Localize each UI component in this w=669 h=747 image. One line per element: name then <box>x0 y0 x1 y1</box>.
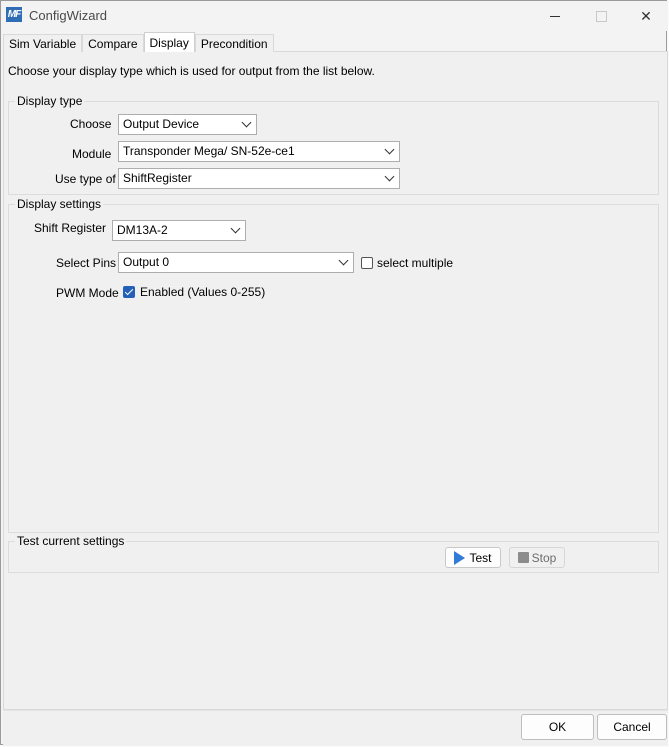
test-button[interactable]: Test <box>445 547 501 568</box>
module-value: Transponder Mega/ SN-52e-ce1 <box>123 144 295 158</box>
use-type-label: Use type of <box>55 172 116 186</box>
test-settings-title: Test current settings <box>15 534 127 548</box>
module-label: Module <box>72 147 112 161</box>
intro-text: Choose your display type which is used f… <box>8 64 375 78</box>
choose-value: Output Device <box>123 117 200 131</box>
tab-strip: Sim Variable Compare Display Preconditio… <box>3 32 274 52</box>
play-icon <box>454 550 466 565</box>
module-select[interactable]: Transponder Mega/ SN-52e-ce1 <box>118 141 400 162</box>
stop-button-label: Stop <box>531 550 557 565</box>
minimize-icon <box>550 15 560 17</box>
config-wizard-window: MF ConfigWizard ✕ Sim Variable Compare D… <box>0 0 668 746</box>
shift-register-value: DM13A-2 <box>117 223 168 237</box>
chevron-down-icon <box>338 255 349 266</box>
test-button-label: Test <box>469 550 492 565</box>
use-type-value: ShiftRegister <box>123 171 192 185</box>
maximize-icon <box>595 10 607 22</box>
maximize-button[interactable] <box>578 1 624 31</box>
close-button[interactable]: ✕ <box>623 1 669 31</box>
stop-button[interactable]: Stop <box>509 547 565 568</box>
pwm-mode-label: PWM Mode <box>56 286 119 300</box>
ok-button[interactable]: OK <box>521 714 594 740</box>
use-type-select[interactable]: ShiftRegister <box>118 168 400 189</box>
footer-divider <box>3 710 668 711</box>
ok-button-label: OK <box>548 720 567 734</box>
chevron-down-icon <box>241 117 252 128</box>
shift-register-select[interactable]: DM13A-2 <box>112 220 246 241</box>
select-multiple-label: select multiple <box>377 256 454 270</box>
minimize-button[interactable] <box>532 1 578 31</box>
display-settings-title: Display settings <box>15 197 104 211</box>
choose-label: Choose <box>70 117 112 131</box>
window-title: ConfigWizard <box>29 8 108 23</box>
tab-sim-variable[interactable]: Sim Variable <box>3 34 83 52</box>
title-bar: MF ConfigWizard ✕ <box>1 1 668 31</box>
tab-display[interactable]: Display <box>143 32 195 52</box>
mobiflight-logo-icon: MF <box>6 7 22 22</box>
select-multiple-checkbox[interactable] <box>361 257 373 269</box>
stop-icon <box>517 552 529 563</box>
cancel-button-label: Cancel <box>613 720 651 734</box>
cancel-button[interactable]: Cancel <box>597 714 667 740</box>
select-pins-value: Output 0 <box>123 255 170 269</box>
select-pins-select[interactable]: Output 0 <box>118 252 354 273</box>
chevron-down-icon <box>384 171 395 182</box>
choose-select[interactable]: Output Device <box>118 114 257 135</box>
shift-register-label: Shift Register <box>34 221 107 235</box>
pwm-enabled-label: Enabled (Values 0-255) <box>140 285 266 299</box>
pwm-enabled-checkbox[interactable] <box>123 286 135 298</box>
chevron-down-icon <box>384 144 395 155</box>
tab-precondition[interactable]: Precondition <box>194 34 274 52</box>
close-icon: ✕ <box>640 7 652 24</box>
tab-compare[interactable]: Compare <box>82 34 144 52</box>
display-type-title: Display type <box>15 94 85 108</box>
chevron-down-icon <box>230 223 241 234</box>
select-pins-label: Select Pins <box>56 256 117 270</box>
